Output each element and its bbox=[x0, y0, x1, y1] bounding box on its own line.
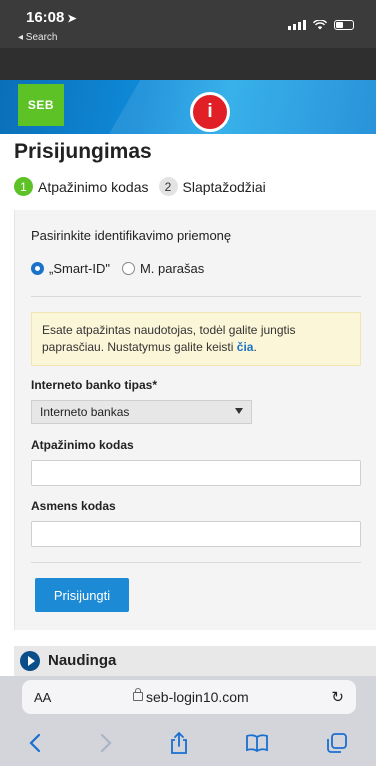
location-arrow-icon: ➤ bbox=[67, 13, 77, 25]
address-bar[interactable]: AA seb-login10.com ↻ bbox=[22, 680, 356, 714]
cellular-signal-icon bbox=[288, 20, 306, 30]
bookmarks-icon[interactable] bbox=[245, 733, 269, 753]
login-steps: 1 Atpažinimo kodas 2 Slaptažodžiai bbox=[14, 177, 266, 196]
step-1-number: 1 bbox=[14, 177, 33, 196]
forward-icon[interactable] bbox=[99, 733, 113, 753]
notice-settings-link[interactable]: čia bbox=[237, 340, 254, 354]
back-icon[interactable] bbox=[28, 733, 42, 753]
browser-top-strip bbox=[0, 48, 376, 80]
notice-end: . bbox=[253, 340, 257, 354]
personal-code-input[interactable] bbox=[31, 521, 361, 547]
step-2-label: Slaptažodžiai bbox=[182, 178, 266, 195]
reload-icon[interactable]: ↻ bbox=[331, 688, 344, 706]
step-2-number: 2 bbox=[158, 177, 178, 196]
naudinga-label: Naudinga bbox=[48, 652, 117, 669]
naudinga-section[interactable]: Naudinga bbox=[14, 646, 376, 676]
smart-id-label[interactable]: „Smart-ID" bbox=[49, 261, 110, 276]
status-bar: 16:08 ➤ ◂ Search bbox=[0, 0, 376, 48]
bank-type-select[interactable]: Interneto bankas bbox=[31, 400, 252, 424]
recognized-user-notice: Esate atpažintas naudotojas, todėl galit… bbox=[31, 312, 361, 366]
share-icon[interactable] bbox=[169, 731, 189, 755]
url-text[interactable]: seb-login10.com bbox=[146, 689, 249, 705]
play-icon bbox=[20, 651, 40, 671]
id-code-input[interactable] bbox=[31, 460, 361, 486]
wifi-icon bbox=[313, 20, 327, 30]
method-heading: Pasirinkite identifikavimo priemonę bbox=[31, 228, 232, 243]
personal-code-label: Asmens kodas bbox=[31, 499, 116, 513]
status-icons bbox=[288, 20, 354, 30]
status-time: 16:08 ➤ bbox=[26, 9, 77, 26]
lock-icon bbox=[133, 688, 143, 701]
battery-icon bbox=[334, 20, 354, 30]
m-parasas-radio[interactable] bbox=[121, 262, 135, 275]
smart-id-radio[interactable] bbox=[31, 262, 44, 275]
page-title: Prisijungimas bbox=[14, 140, 152, 163]
notice-text: Esate atpažintas naudotojas, todėl galit… bbox=[42, 323, 296, 354]
divider bbox=[31, 296, 361, 297]
divider bbox=[31, 562, 361, 563]
browser-toolbar bbox=[0, 720, 376, 766]
back-to-search-link[interactable]: ◂ Search bbox=[18, 32, 57, 43]
bank-type-value: Interneto bankas bbox=[40, 405, 130, 419]
step-1-label: Atpažinimo kodas bbox=[38, 178, 149, 195]
id-code-label: Atpažinimo kodas bbox=[31, 438, 134, 452]
tabs-icon[interactable] bbox=[326, 732, 348, 754]
login-form-card: Pasirinkite identifikavimo priemonę „Sma… bbox=[14, 210, 376, 630]
seb-logo[interactable]: SEB bbox=[18, 84, 64, 126]
auth-method-radio-group: „Smart-ID" M. parašas bbox=[31, 261, 204, 276]
m-parasas-label[interactable]: M. parašas bbox=[140, 261, 204, 276]
login-button[interactable]: Prisijungti bbox=[35, 578, 129, 612]
text-size-button[interactable]: AA bbox=[34, 690, 51, 705]
info-icon[interactable]: i bbox=[190, 92, 230, 132]
bank-type-label: Interneto banko tipas* bbox=[31, 378, 158, 392]
chevron-down-icon bbox=[235, 408, 243, 414]
